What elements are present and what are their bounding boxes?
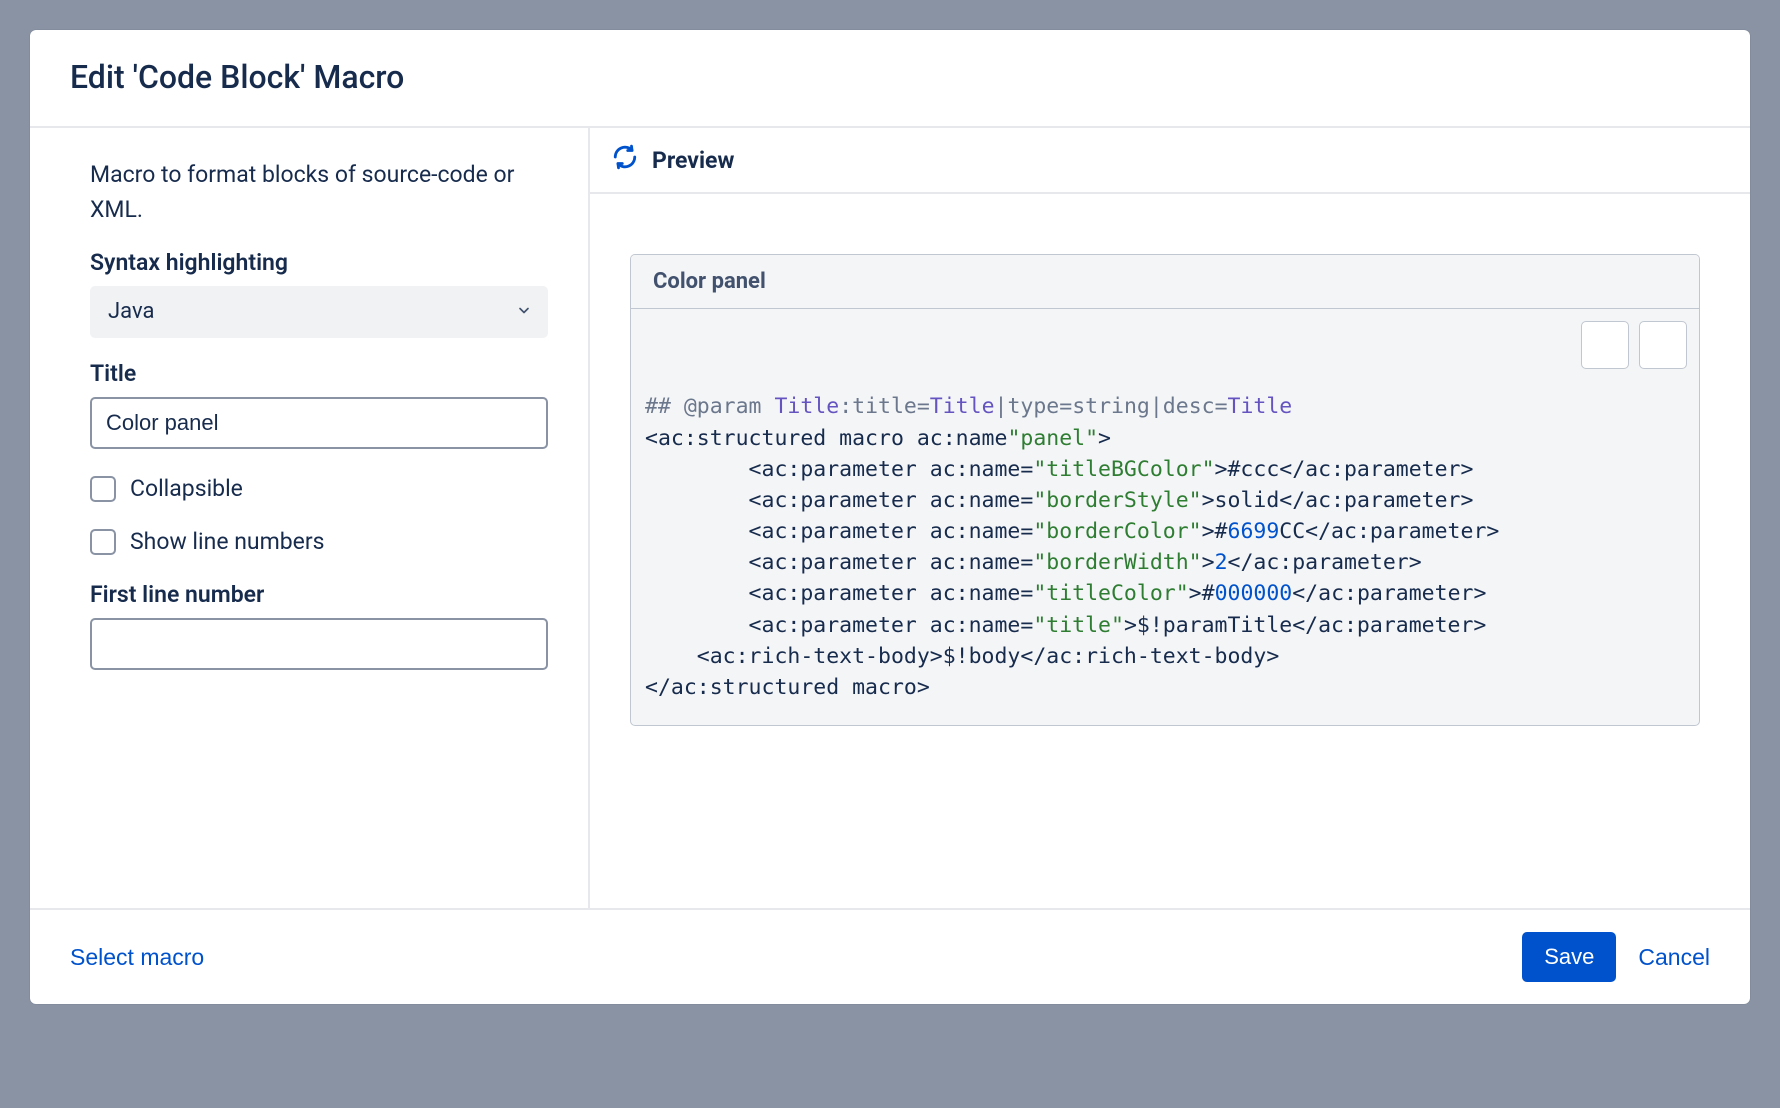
line-numbers-label: Show line numbers [130, 528, 325, 555]
title-label: Title [90, 360, 548, 387]
title-input[interactable] [90, 397, 548, 449]
form-panel: Macro to format blocks of source-code or… [30, 128, 590, 908]
first-line-number-input[interactable] [90, 618, 548, 670]
copy-icon [1535, 309, 1700, 393]
preview-header: Preview [590, 128, 1750, 194]
cancel-button[interactable]: Cancel [1638, 944, 1710, 971]
save-button[interactable]: Save [1522, 932, 1616, 982]
footer-actions: Save Cancel [1522, 932, 1710, 982]
preview-panel: Preview Color panel [590, 128, 1750, 908]
refresh-icon [612, 144, 638, 176]
dialog-title: Edit 'Code Block' Macro [70, 58, 1710, 96]
code-block-content: ## @param Title:title=Title|type=string|… [631, 309, 1699, 725]
code-lines: ## @param Title:title=Title|type=string|… [645, 391, 1675, 703]
dialog-header: Edit 'Code Block' Macro [30, 30, 1750, 128]
collapsible-checkbox-row[interactable]: Collapsible [90, 475, 548, 502]
macro-description: Macro to format blocks of source-code or… [90, 158, 548, 227]
select-macro-link[interactable]: Select macro [70, 944, 204, 971]
collapsible-label: Collapsible [130, 475, 243, 502]
syntax-highlighting-value: Java [90, 286, 548, 338]
collapsible-checkbox[interactable] [90, 476, 116, 502]
preview-header-label: Preview [652, 147, 734, 174]
first-line-number-label: First line number [90, 581, 548, 608]
copy-button[interactable] [1639, 321, 1687, 369]
preview-body: Color panel [590, 194, 1750, 766]
macro-edit-dialog: Edit 'Code Block' Macro Macro to format … [30, 30, 1750, 1004]
dialog-footer: Select macro Save Cancel [30, 908, 1750, 1004]
syntax-highlighting-select[interactable]: Java [90, 286, 548, 338]
dialog-body: Macro to format blocks of source-code or… [30, 128, 1750, 908]
line-numbers-checkbox[interactable] [90, 529, 116, 555]
syntax-highlighting-label: Syntax highlighting [90, 249, 548, 276]
code-block: Color panel [630, 254, 1700, 726]
line-numbers-checkbox-row[interactable]: Show line numbers [90, 528, 548, 555]
code-actions [1581, 321, 1687, 369]
code-block-title: Color panel [631, 255, 1699, 309]
